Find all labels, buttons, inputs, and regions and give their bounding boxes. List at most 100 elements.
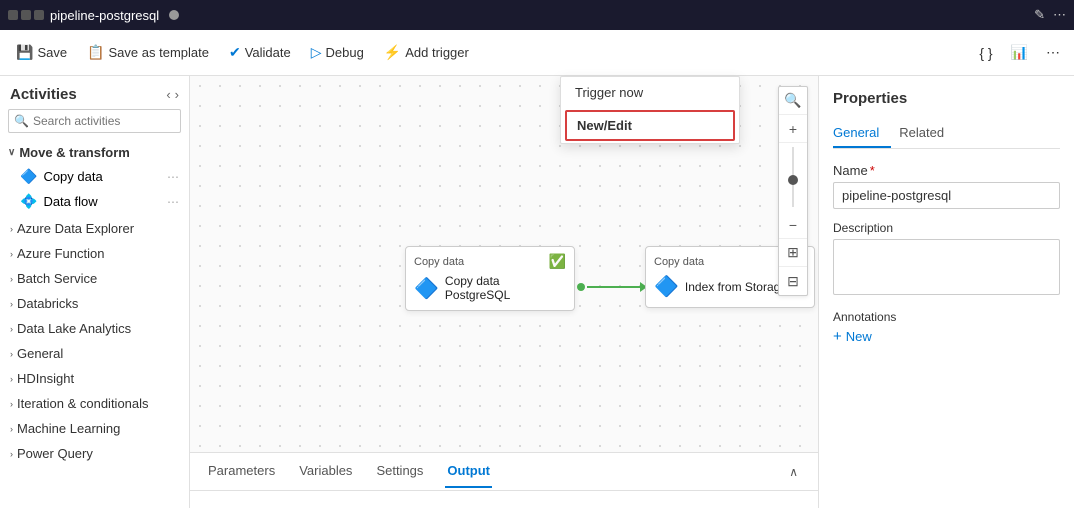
sidebar-cat-label: Databricks <box>17 296 78 311</box>
chevron-right-icon: › <box>10 299 13 309</box>
copy-data-more-icon[interactable]: ⋯ <box>167 170 179 184</box>
sidebar-group-move-transform[interactable]: ∨ Move & transform <box>0 141 189 164</box>
sidebar-cat-label: HDInsight <box>17 371 74 386</box>
sidebar-header-icons: ‹ › <box>166 87 179 102</box>
sidebar-item-data-flow[interactable]: 💠 Data flow ⋯ <box>0 189 189 214</box>
sidebar-item-hdinsight[interactable]: › HDInsight <box>0 366 189 391</box>
main-content: Activities ‹ › 🔍 ∨ Move & transform 🔷 Co… <box>0 76 1074 508</box>
debug-button[interactable]: ▷ Debug <box>303 40 372 65</box>
props-annotations-label: Annotations <box>833 310 1060 324</box>
chevron-right-icon: › <box>10 449 13 459</box>
sidebar-cat-label: Power Query <box>17 446 93 461</box>
bottom-panel-tabs: Parameters Variables Settings Output ∧ <box>190 453 818 491</box>
sidebar-item-batch-service[interactable]: › Batch Service <box>0 266 189 291</box>
add-annotation-label: New <box>846 329 872 344</box>
collapse-icon[interactable]: ‹ <box>166 87 170 102</box>
save-template-icon: 📋 <box>87 44 104 61</box>
titlebar-title: pipeline-postgresql <box>50 8 159 23</box>
bottom-panel-chevron-icon[interactable]: ∧ <box>785 461 802 483</box>
properties-panel: Properties General Related Name * Descri… <box>818 76 1074 508</box>
trigger-icon: ⚡ <box>384 44 401 61</box>
chevron-right-icon: › <box>10 249 13 259</box>
node-postgresql-body: 🔷 Copy data PostgreSQL <box>414 274 566 302</box>
sidebar-group-label: Move & transform <box>19 145 130 160</box>
connector-dot <box>577 283 585 291</box>
fit-view-button[interactable]: ⊞ <box>779 239 807 267</box>
canvas-zoom-toolbar: 🔍 + − ⊞ ⊟ <box>778 86 808 296</box>
titlebar-edit-icon[interactable]: ✎ <box>1034 7 1045 23</box>
sidebar-item-general[interactable]: › General <box>0 341 189 366</box>
properties-title: Properties <box>833 90 1060 107</box>
data-flow-more-icon[interactable]: ⋯ <box>167 195 179 209</box>
node-postgresql-check-icon: ✅ <box>549 253 566 270</box>
sidebar-search: 🔍 <box>8 109 181 133</box>
tab-variables[interactable]: Variables <box>297 455 354 488</box>
add-trigger-button[interactable]: ⚡ Add trigger <box>376 40 477 65</box>
chevron-right-icon: › <box>10 274 13 284</box>
chevron-right-icon: › <box>10 374 13 384</box>
sidebar-item-copy-data[interactable]: 🔷 Copy data ⋯ <box>0 164 189 189</box>
monitor-icon[interactable]: 📊 <box>1005 40 1034 65</box>
zoom-in-button[interactable]: + <box>779 115 807 143</box>
trigger-dropdown: Trigger now New/Edit <box>560 76 740 144</box>
sidebar-item-azure-function[interactable]: › Azure Function <box>0 241 189 266</box>
zoom-slider[interactable] <box>779 143 807 211</box>
sidebar-item-copy-data-label: Copy data <box>43 169 102 184</box>
connector-line <box>587 286 640 288</box>
node-storage-icon: 🔷 <box>654 274 679 299</box>
props-name-required: * <box>870 163 875 178</box>
new-edit-item[interactable]: New/Edit <box>565 110 735 141</box>
copy-data-icon: 🔷 <box>20 168 37 185</box>
titlebar: pipeline-postgresql ✎ ⋯ <box>0 0 1074 30</box>
node-postgresql-name: Copy data PostgreSQL <box>445 274 566 302</box>
chevron-down-icon: ∨ <box>8 147 15 158</box>
save-as-template-button[interactable]: 📋 Save as template <box>79 40 217 65</box>
code-icon[interactable]: { } <box>973 41 998 65</box>
search-icon: 🔍 <box>14 114 29 128</box>
sidebar-item-machine-learning[interactable]: › Machine Learning <box>0 416 189 441</box>
zoom-out-button[interactable]: − <box>779 211 807 239</box>
expand-icon[interactable]: › <box>175 87 179 102</box>
layout-button[interactable]: ⊟ <box>779 267 807 295</box>
plus-icon: + <box>833 328 842 345</box>
toolbar-more-icon[interactable]: ⋯ <box>1040 40 1066 65</box>
props-description-textarea[interactable] <box>833 239 1060 295</box>
sidebar-item-iteration-conditionals[interactable]: › Iteration & conditionals <box>0 391 189 416</box>
sidebar-cat-label: Batch Service <box>17 271 97 286</box>
chevron-right-icon: › <box>10 424 13 434</box>
tab-parameters[interactable]: Parameters <box>206 455 277 488</box>
props-description-field: Description <box>833 221 1060 298</box>
sidebar-item-power-query[interactable]: › Power Query <box>0 441 189 466</box>
search-input[interactable] <box>8 109 181 133</box>
sidebar-item-databricks[interactable]: › Databricks <box>0 291 189 316</box>
sidebar: Activities ‹ › 🔍 ∨ Move & transform 🔷 Co… <box>0 76 190 508</box>
tab-output[interactable]: Output <box>445 455 492 488</box>
props-tab-general[interactable]: General <box>833 119 891 148</box>
save-button[interactable]: 💾 Save <box>8 40 75 65</box>
validate-button[interactable]: ✔ Validate <box>221 40 299 65</box>
node-postgresql-icon: 🔷 <box>414 276 439 301</box>
props-name-field: Name * <box>833 163 1060 209</box>
sidebar-item-azure-data-explorer[interactable]: › Azure Data Explorer <box>0 216 189 241</box>
props-tab-related[interactable]: Related <box>899 119 956 148</box>
search-canvas-icon[interactable]: 🔍 <box>779 87 807 115</box>
sidebar-cat-label: Iteration & conditionals <box>17 396 149 411</box>
props-description-label: Description <box>833 221 1060 235</box>
sidebar-item-data-lake-analytics[interactable]: › Data Lake Analytics <box>0 316 189 341</box>
titlebar-more-icon[interactable]: ⋯ <box>1053 7 1066 23</box>
add-annotation-button[interactable]: + New <box>833 328 1060 345</box>
toolbar-right: { } 📊 ⋯ <box>973 40 1066 65</box>
save-icon: 💾 <box>16 44 33 61</box>
props-name-input[interactable] <box>833 182 1060 209</box>
data-flow-icon: 💠 <box>20 193 37 210</box>
properties-tabs: General Related <box>833 119 1060 149</box>
sidebar-cat-label: Azure Data Explorer <box>17 221 134 236</box>
chevron-right-icon: › <box>10 324 13 334</box>
node-postgresql-header: Copy data ✅ <box>414 253 566 270</box>
trigger-now-item[interactable]: Trigger now <box>561 77 739 108</box>
titlebar-icons: ✎ ⋯ <box>1034 7 1066 23</box>
sidebar-cat-label: Machine Learning <box>17 421 120 436</box>
sidebar-cat-label: General <box>17 346 63 361</box>
tab-settings[interactable]: Settings <box>374 455 425 488</box>
activity-node-postgresql[interactable]: Copy data ✅ 🔷 Copy data PostgreSQL <box>405 246 575 311</box>
